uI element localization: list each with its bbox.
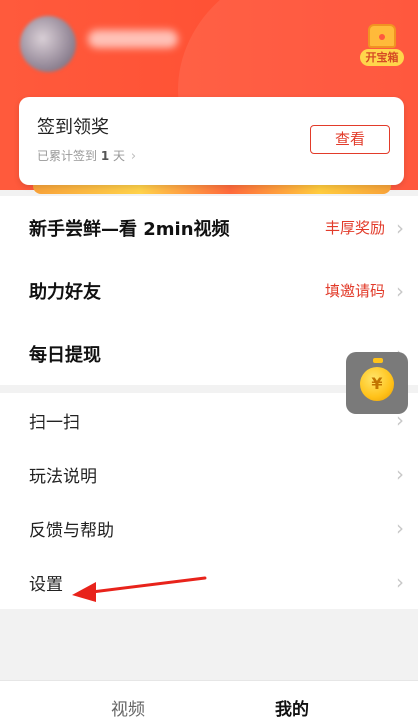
signin-card[interactable]: 签到领奖 已累计签到 1 天 › 查看 <box>19 97 404 185</box>
floating-coin-button[interactable]: ¥ <box>346 352 408 414</box>
menu-item-how-to-play[interactable]: 玩法说明 › <box>0 447 418 501</box>
signin-streak[interactable]: 已累计签到 1 天 › <box>37 147 136 164</box>
treasure-chest-label: 开宝箱 <box>360 49 404 66</box>
bottom-tab-bar: 视频 我的 <box>0 680 418 728</box>
coin-icon: ¥ <box>360 367 394 401</box>
username-blurred[interactable] <box>88 30 178 48</box>
avatar[interactable] <box>20 16 76 72</box>
chevron-right-icon: › <box>396 516 404 540</box>
task-label: 新手尝鲜—看 2min视频 <box>29 218 230 240</box>
chevron-right-icon: › <box>396 570 404 594</box>
streak-unit: 天 <box>113 149 126 163</box>
task-label: 助力好友 <box>29 281 101 303</box>
task-item-help-friend[interactable]: 助力好友 填邀请码 › <box>0 259 418 322</box>
signin-title: 签到领奖 <box>37 117 109 138</box>
tab-video[interactable]: 视频 <box>111 695 145 720</box>
chevron-right-icon: › <box>396 462 404 486</box>
tab-mine[interactable]: 我的 <box>275 695 309 720</box>
treasure-chest-icon <box>368 24 396 48</box>
task-label: 每日提现 <box>29 344 101 366</box>
coin-tab-decoration <box>373 358 383 363</box>
streak-count: 1 <box>100 149 110 163</box>
task-reward-text: 丰厚奖励 <box>324 219 385 237</box>
view-button[interactable]: 查看 <box>310 125 390 154</box>
menu-label: 设置 <box>29 574 63 595</box>
menu-item-feedback-help[interactable]: 反馈与帮助 › <box>0 501 418 555</box>
menu-label: 玩法说明 <box>29 466 97 487</box>
task-reward-text: 填邀请码 <box>324 282 385 300</box>
chevron-right-icon: › <box>130 149 137 164</box>
chevron-right-icon: › <box>396 215 404 240</box>
menu-label: 扫一扫 <box>29 412 80 433</box>
annotation-arrow-icon <box>72 576 207 602</box>
streak-prefix: 已累计签到 <box>37 149 98 163</box>
treasure-chest-button[interactable]: 开宝箱 <box>360 24 404 72</box>
menu-label: 反馈与帮助 <box>29 520 114 541</box>
task-item-newbie-video[interactable]: 新手尝鲜—看 2min视频 丰厚奖励 › <box>0 196 418 259</box>
chevron-right-icon: › <box>396 278 404 303</box>
